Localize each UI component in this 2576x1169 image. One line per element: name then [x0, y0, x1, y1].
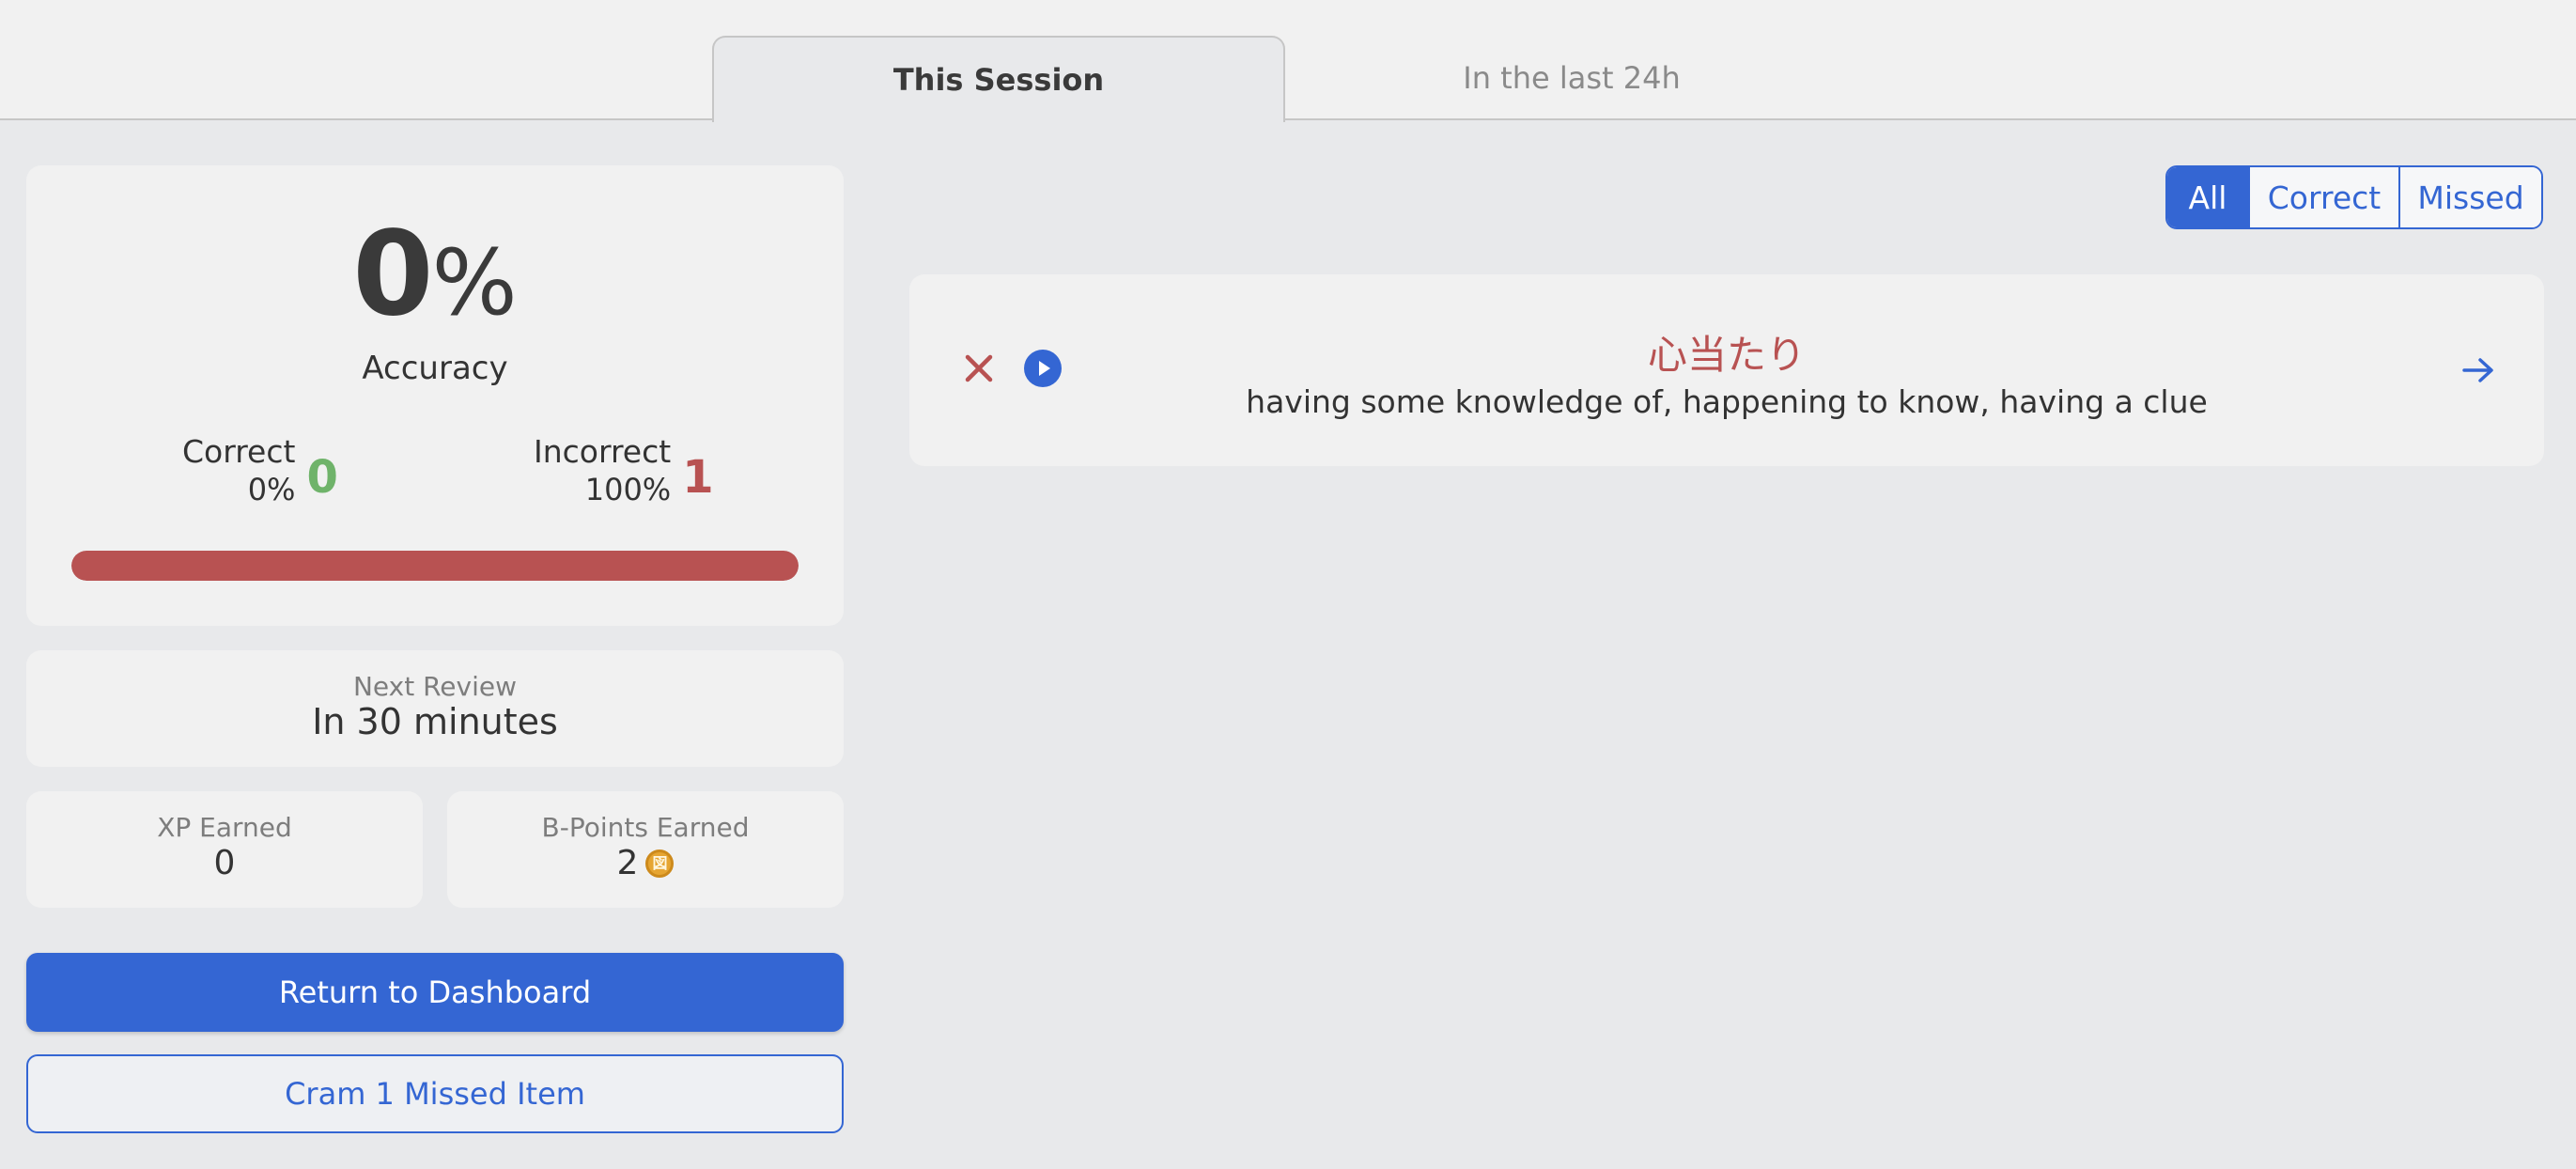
tab-this-session[interactable]: This Session	[712, 36, 1285, 122]
incorrect-title: Incorrect	[534, 433, 672, 470]
filter-correct[interactable]: Correct	[2250, 167, 2400, 227]
accuracy-unit: %	[431, 230, 518, 335]
list-item[interactable]: 心当たり having some knowledge of, happening…	[909, 274, 2544, 466]
return-to-dashboard-button[interactable]: Return to Dashboard	[26, 953, 844, 1032]
filter-all[interactable]: All	[2167, 167, 2250, 227]
accuracy-label: Accuracy	[362, 350, 508, 387]
accuracy-progress-bar	[71, 551, 799, 581]
next-review-value: In 30 minutes	[312, 701, 558, 742]
accuracy-value: 0%	[26, 216, 844, 333]
arrow-right-icon[interactable]	[2460, 351, 2497, 389]
bpoints-value-row: 2 図	[447, 844, 844, 882]
tab-label: In the last 24h	[1463, 60, 1681, 96]
incorrect-count: 1	[682, 450, 714, 504]
correct-count: 0	[306, 450, 338, 504]
coin-icon: 図	[645, 849, 675, 878]
cram-missed-button[interactable]: Cram 1 Missed Item	[26, 1054, 844, 1133]
next-review-card: Next Review In 30 minutes	[26, 650, 844, 767]
filter-missed[interactable]: Missed	[2400, 167, 2541, 227]
accuracy-card: 0% Accuracy Correct 0% 0 Incorrect 100% …	[26, 165, 844, 626]
result-filter-group: All Correct Missed	[2165, 165, 2543, 229]
xp-value-row: 0	[26, 844, 423, 882]
tab-label: This Session	[892, 62, 1105, 98]
item-meaning: having some knowledge of, happening to k…	[1246, 383, 2208, 420]
incorrect-percent: 100%	[584, 472, 672, 508]
bpoints-label: B-Points Earned	[541, 812, 750, 843]
incorrect-progress-fill	[71, 551, 799, 581]
correct-stat: Correct 0% 0	[182, 432, 338, 508]
xp-card: XP Earned 0	[26, 791, 423, 908]
bpoints-value: 2	[616, 844, 639, 882]
xp-label: XP Earned	[157, 812, 292, 843]
tab-last-24h[interactable]: In the last 24h	[1285, 36, 1858, 120]
tab-bar: This Session In the last 24h	[0, 0, 2576, 122]
xp-value: 0	[213, 844, 236, 882]
next-review-label: Next Review	[352, 671, 518, 702]
correct-title: Correct	[182, 433, 296, 470]
incorrect-stat: Incorrect 100% 1	[534, 432, 714, 508]
item-word: 心当たり	[1647, 332, 1806, 378]
accuracy-number: 0	[352, 207, 433, 342]
correct-percent: 0%	[247, 472, 296, 508]
bpoints-card: B-Points Earned 2 図	[447, 791, 844, 908]
